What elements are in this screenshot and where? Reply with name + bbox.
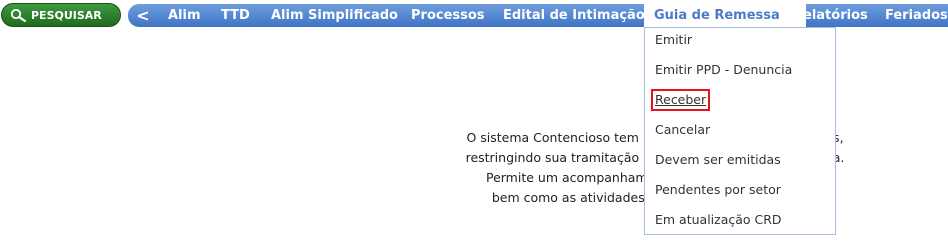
nav-item-alim[interactable]: Alim xyxy=(168,4,201,27)
menu-item-emitir-ppd-denuncia[interactable]: Emitir PPD - Denuncia xyxy=(655,61,792,79)
main-navbar: < Alim TTD Alim Simplificado Processos E… xyxy=(128,4,948,27)
menu-item-receber[interactable]: Receber xyxy=(650,89,711,111)
nav-item-guia-de-remessa[interactable]: Guia de Remessa xyxy=(644,4,806,27)
menu-item-cancelar[interactable]: Cancelar xyxy=(655,121,710,139)
menu-item-emitir[interactable]: Emitir xyxy=(655,31,692,49)
nav-item-edital-de-intimacao[interactable]: Edital de Intimação xyxy=(503,4,645,27)
menu-item-devem-ser-emitidas[interactable]: Devem ser emitidas xyxy=(655,151,781,169)
nav-back-button[interactable]: < xyxy=(131,4,155,27)
nav-item-feriados[interactable]: Feriados xyxy=(885,4,948,27)
magnifier-icon xyxy=(10,8,27,22)
nav-item-relatorios[interactable]: Relatórios xyxy=(793,4,868,27)
nav-item-alim-simplificado[interactable]: Alim Simplificado xyxy=(271,4,398,27)
nav-item-processos[interactable]: Processos xyxy=(411,4,485,27)
guia-de-remessa-menu: Emitir Emitir PPD - Denuncia Receber Can… xyxy=(644,27,836,235)
menu-item-em-atualizacao-crd[interactable]: Em atualização CRD xyxy=(655,211,782,229)
nav-item-ttd[interactable]: TTD xyxy=(221,4,250,27)
search-button[interactable]: PESQUISAR xyxy=(1,3,121,27)
menu-item-pendentes-por-setor[interactable]: Pendentes por setor xyxy=(655,181,781,199)
search-button-label: PESQUISAR xyxy=(31,8,102,22)
